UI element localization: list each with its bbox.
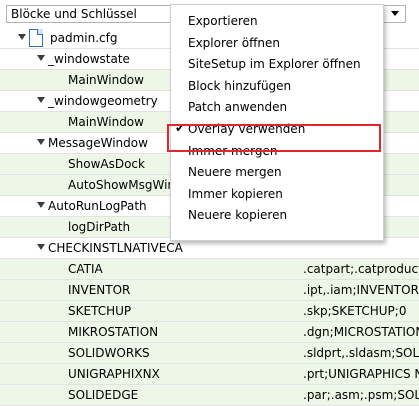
tree-row-label: _windowgeometry bbox=[48, 94, 158, 108]
tree-row-label: SKETCHUP bbox=[68, 304, 132, 318]
tree-row-label: AutoRunLogPath bbox=[48, 199, 147, 213]
chevron-down-icon[interactable] bbox=[391, 11, 399, 16]
expand-chevron-icon[interactable] bbox=[37, 139, 45, 145]
menu-item-label: Block hinzufügen bbox=[188, 78, 292, 93]
tree-row-value: .catpart;.catproduct;C bbox=[303, 262, 419, 276]
tree-row-value: .prt;UNIGRAPHICS NX bbox=[303, 367, 419, 381]
tree-row-label: MainWindow bbox=[68, 115, 144, 129]
highlight-annotation bbox=[167, 124, 381, 152]
tree-row-label: MessageWindow bbox=[48, 136, 148, 150]
menu-item[interactable]: Patch anwenden bbox=[171, 97, 383, 118]
menu-item-label: Neuere kopieren bbox=[188, 208, 288, 223]
menu-item[interactable]: SiteSetup im Explorer öffnen bbox=[171, 54, 383, 75]
expand-chevron-icon[interactable] bbox=[37, 97, 45, 103]
menu-item[interactable]: Exportieren bbox=[171, 11, 383, 32]
menu-item-label: SiteSetup im Explorer öffnen bbox=[188, 57, 361, 72]
tree-value-row[interactable]: SKETCHUP .skp;SKETCHUP;0 bbox=[0, 301, 419, 322]
tree-row-label: INVENTOR bbox=[68, 283, 131, 297]
tree-row-label: padmin.cfg bbox=[50, 31, 118, 45]
tree-value-row[interactable]: MIKROSTATION .dgn;MICROSTATION bbox=[0, 322, 419, 343]
menu-item-label: Exportieren bbox=[188, 14, 258, 28]
tree-row-label: logDirPath bbox=[68, 220, 131, 234]
menu-item-label: Explorer öffnen bbox=[188, 35, 280, 50]
tree-row-label: CHECKINSTLNATIVECA bbox=[48, 241, 183, 255]
tree-row-value: .dgn;MICROSTATION bbox=[303, 325, 419, 339]
menu-item[interactable]: Neuere kopieren bbox=[171, 205, 383, 226]
tree-value-row[interactable]: CATIA .catpart;.catproduct;C bbox=[0, 259, 419, 280]
context-menu: Exportieren Explorer öffnen SiteSetup im E… bbox=[170, 4, 384, 241]
tree-row-label: AutoShowMsgWin bbox=[68, 178, 176, 192]
menu-item[interactable]: Block hinzufügen bbox=[171, 76, 383, 97]
menu-item[interactable]: Neuere mergen bbox=[171, 162, 383, 183]
menu-item-label: Patch anwenden bbox=[188, 100, 288, 115]
tree-row-value: .par;.asm;.psm;SOLI bbox=[303, 388, 419, 402]
tree-value-row[interactable]: SOLIDWORKS .sldprt,.sldasm;SOLID bbox=[0, 343, 419, 364]
menu-item-label: Immer kopieren bbox=[188, 186, 283, 201]
tree-row-value: .sldprt,.sldasm;SOLID bbox=[303, 346, 419, 360]
tree-row-label: SOLIDEDGE bbox=[68, 388, 139, 402]
tree-row-label: UNIGRAPHIXNX bbox=[68, 367, 160, 381]
tree-value-row[interactable]: SOLIDEDGE .par;.asm;.psm;SOLI bbox=[0, 385, 419, 406]
expand-chevron-icon[interactable] bbox=[37, 202, 45, 208]
tree-row-label: CATIA bbox=[68, 262, 103, 276]
menu-item[interactable]: Immer kopieren bbox=[171, 184, 383, 205]
tree-row-label: ShowAsDock bbox=[68, 157, 145, 171]
tree-value-row[interactable]: UNIGRAPHIXNX .prt;UNIGRAPHICS NX bbox=[0, 364, 419, 385]
menu-item-label: Neuere mergen bbox=[188, 165, 282, 180]
dropdown-selected-value: Blöcke und Schlüssel bbox=[11, 7, 137, 21]
tree-row-label: MainWindow bbox=[68, 73, 144, 87]
tree-row-value: .skp;SKETCHUP;0 bbox=[303, 304, 407, 318]
tree-row-label: SOLIDWORKS bbox=[68, 346, 150, 360]
file-icon bbox=[29, 29, 43, 47]
expand-chevron-icon[interactable] bbox=[37, 55, 45, 61]
tree-row-label: MIKROSTATION bbox=[68, 325, 159, 339]
expand-chevron-icon[interactable] bbox=[18, 34, 26, 40]
tree-key-row[interactable]: CHECKINSTLNATIVECA bbox=[0, 238, 419, 259]
tree-value-row[interactable]: INVENTOR .ipt,.iam;INVENTOR;0 bbox=[0, 280, 419, 301]
menu-item[interactable]: Explorer öffnen bbox=[171, 33, 383, 54]
expand-chevron-icon[interactable] bbox=[37, 244, 45, 250]
tree-row-value: .ipt,.iam;INVENTOR;0 bbox=[303, 283, 419, 297]
tree-row-label: _windowstate bbox=[48, 52, 130, 66]
